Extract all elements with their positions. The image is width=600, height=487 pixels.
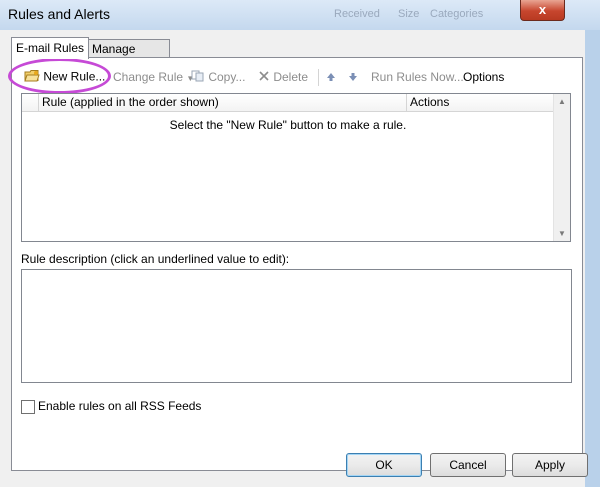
ok-button[interactable]: OK xyxy=(346,453,422,477)
rule-description-label: Rule description (click an underlined va… xyxy=(21,252,290,266)
copy-button[interactable]: Copy... xyxy=(191,70,245,85)
move-up-button[interactable] xyxy=(326,70,336,85)
options-button[interactable]: Options xyxy=(463,70,504,84)
rules-and-alerts-window: Rules and Alerts Received Size Categorie… xyxy=(0,0,600,487)
run-rules-now-button[interactable]: Run Rules Now... xyxy=(371,70,464,84)
delete-label: Delete xyxy=(273,70,309,84)
rules-list-header: Rule (applied in the order shown) Action… xyxy=(22,94,554,112)
options-label: Options xyxy=(463,70,505,84)
ghost-header-received: Received xyxy=(334,8,380,20)
apply-button[interactable]: Apply xyxy=(512,453,588,477)
rss-rules-label: Enable rules on all RSS Feeds xyxy=(38,399,202,413)
tab-email-rules-label: E-mail Rules xyxy=(16,41,85,55)
scroll-down-icon[interactable]: ▼ xyxy=(558,229,566,238)
ok-button-label: OK xyxy=(375,458,393,472)
ghost-header-categories: Categories xyxy=(430,8,484,20)
close-icon: x xyxy=(538,2,547,17)
rule-description-box[interactable] xyxy=(21,269,572,383)
rules-list[interactable]: Rule (applied in the order shown) Action… xyxy=(21,93,571,242)
rss-rules-checkbox[interactable] xyxy=(21,400,35,414)
window-frame-right xyxy=(585,30,600,487)
rules-list-scrollbar[interactable]: ▲ ▼ xyxy=(553,94,570,241)
column-header-rule-label: Rule (applied in the order shown) xyxy=(42,95,219,109)
move-down-button[interactable] xyxy=(348,70,358,85)
ghost-header-size: Size xyxy=(398,8,420,20)
scroll-up-icon[interactable]: ▲ xyxy=(558,97,566,106)
cancel-button[interactable]: Cancel xyxy=(430,453,506,477)
delete-icon xyxy=(258,70,270,85)
apply-button-label: Apply xyxy=(534,458,566,472)
change-rule-button[interactable]: Change Rule ▼ xyxy=(113,70,194,84)
arrow-down-icon xyxy=(348,71,358,85)
window-title: Rules and Alerts xyxy=(8,6,110,22)
toolbar-separator xyxy=(318,69,319,86)
tab-manage-alerts[interactable]: Manage Alerts xyxy=(87,39,170,75)
rules-empty-message: Select the "New Rule" button to make a r… xyxy=(169,118,407,132)
column-header-checkbox[interactable] xyxy=(22,94,39,111)
run-rules-now-label: Run Rules Now... xyxy=(371,70,464,84)
cancel-button-label: Cancel xyxy=(449,458,487,472)
tab-email-rules[interactable]: E-mail Rules xyxy=(11,37,89,59)
arrow-up-icon xyxy=(326,71,336,85)
copy-label: Copy... xyxy=(208,70,246,84)
close-button[interactable]: x xyxy=(520,0,565,21)
change-rule-label: Change Rule xyxy=(113,70,184,84)
column-header-rule[interactable]: Rule (applied in the order shown) xyxy=(39,94,407,111)
delete-button[interactable]: Delete xyxy=(258,70,308,85)
copy-icon xyxy=(191,70,205,85)
highlight-circle-annotation xyxy=(8,58,111,94)
column-header-actions-label: Actions xyxy=(410,95,450,109)
title-bar[interactable]: Rules and Alerts Received Size Categorie… xyxy=(0,0,600,30)
column-header-actions[interactable]: Actions xyxy=(407,94,554,111)
